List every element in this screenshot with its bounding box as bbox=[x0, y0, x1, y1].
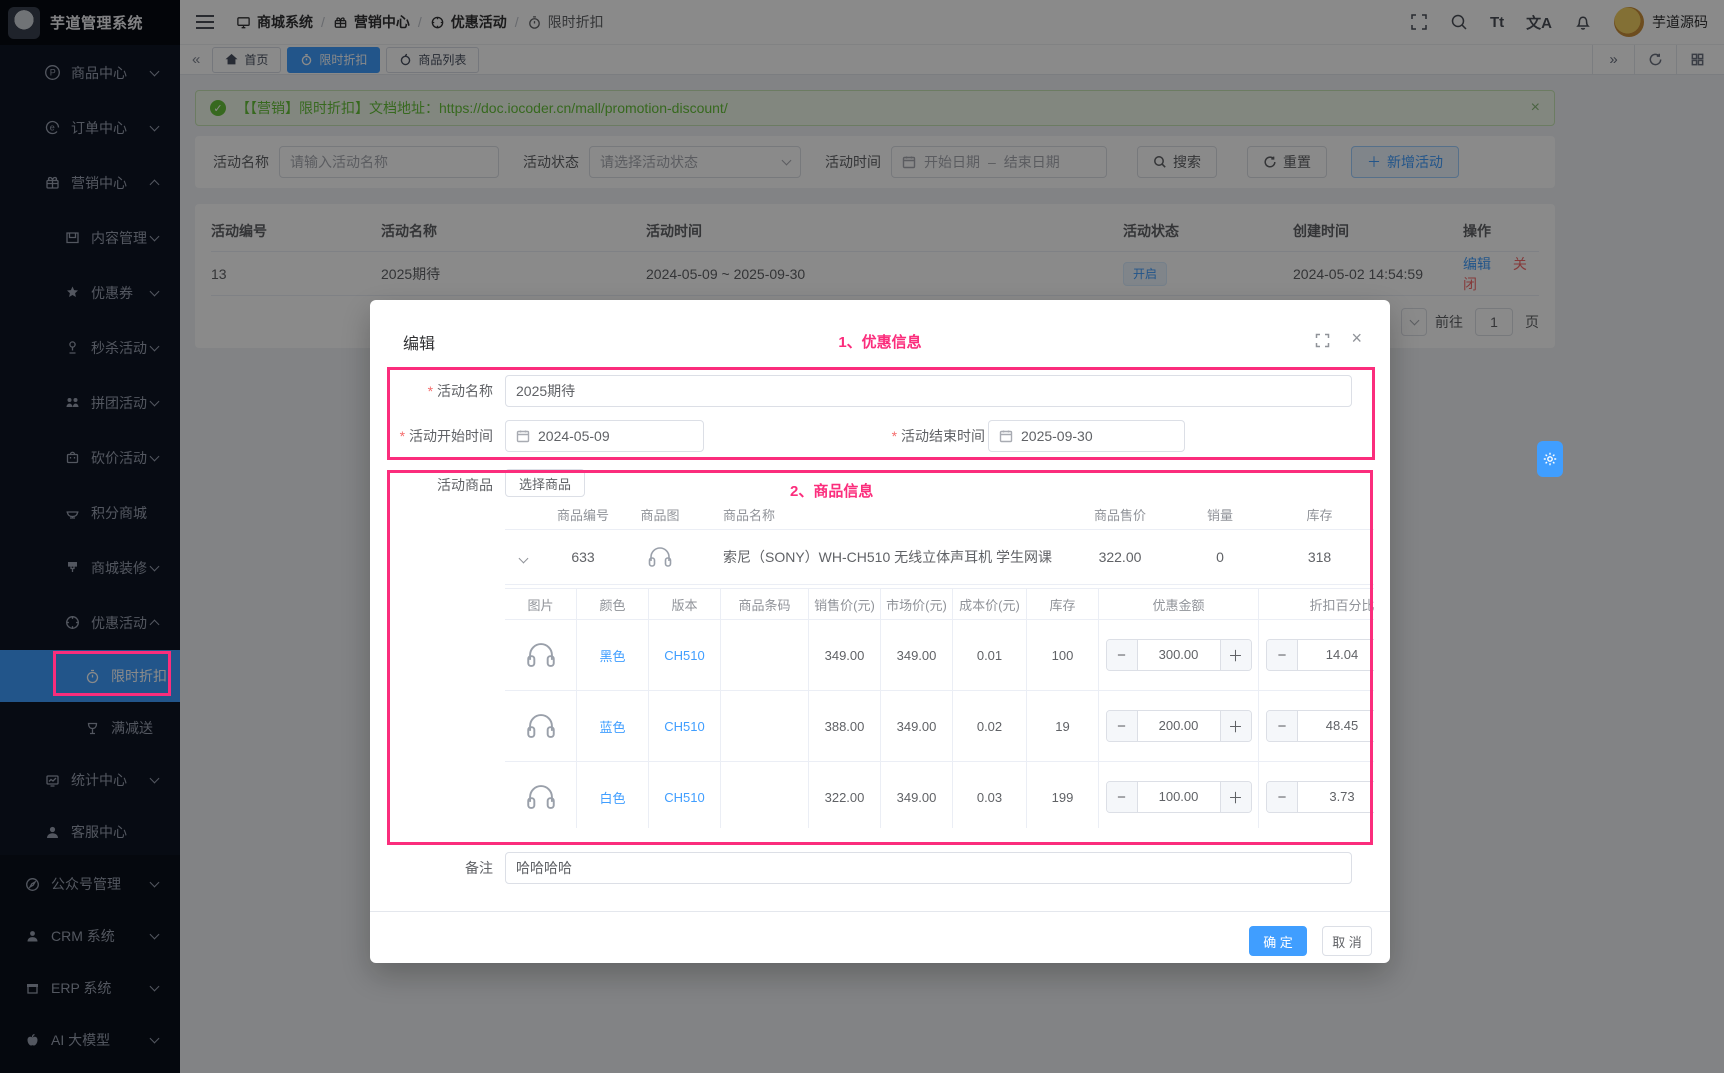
annotation-discount-info: 1、优惠信息 bbox=[370, 331, 1390, 352]
sku-table-clip: 图片 颜色 版本 商品条码 销售价(元) 市场价(元) 成本价(元) 库存 优惠… bbox=[505, 588, 1374, 828]
product-id: 633 bbox=[541, 549, 625, 565]
select-product-button[interactable]: 选择商品 bbox=[505, 469, 585, 497]
minus-icon[interactable]: − bbox=[1267, 711, 1297, 741]
sku-barcode bbox=[721, 762, 809, 828]
sku-image bbox=[524, 780, 558, 814]
product-image bbox=[646, 543, 674, 571]
plus-icon[interactable]: ＋ bbox=[1221, 711, 1251, 741]
sku-color-link[interactable]: 黑色 bbox=[577, 620, 649, 690]
remark-field-input[interactable] bbox=[516, 860, 1341, 876]
sku-color-link[interactable]: 白色 bbox=[577, 762, 649, 828]
sku-image bbox=[524, 709, 558, 743]
sku-price: 388.00 bbox=[809, 691, 881, 761]
cancel-button[interactable]: 取 消 bbox=[1322, 926, 1372, 956]
product-name: 索尼（SONY）WH-CH510 无线立体声耳机 学生网课 bbox=[695, 547, 1065, 567]
discount-amount-value[interactable]: 200.00 bbox=[1137, 711, 1221, 741]
product-table: 商品编号 商品图 商品名称 商品售价 销量 库存 633 索尼（SONY）WH-… bbox=[505, 500, 1374, 585]
dialog-fullscreen-icon[interactable] bbox=[1315, 333, 1330, 348]
activity-name-field-input[interactable] bbox=[516, 383, 1341, 399]
minus-icon[interactable]: − bbox=[1107, 711, 1137, 741]
discount-amount-stepper: −100.00＋ bbox=[1106, 781, 1252, 813]
sku-version-link[interactable]: CH510 bbox=[649, 691, 721, 761]
confirm-button[interactable]: 确 定 bbox=[1249, 926, 1307, 956]
activity-name-field[interactable] bbox=[505, 375, 1352, 407]
sku-cost-price: 0.03 bbox=[953, 762, 1027, 828]
sku-cost-price: 0.02 bbox=[953, 691, 1027, 761]
remark-label: 备注 bbox=[370, 852, 493, 884]
theme-settings-button[interactable] bbox=[1537, 441, 1563, 477]
sku-table: 图片 颜色 版本 商品条码 销售价(元) 市场价(元) 成本价(元) 库存 优惠… bbox=[505, 588, 1374, 828]
sku-price: 322.00 bbox=[809, 762, 881, 828]
discount-percent-value[interactable]: 48.45 bbox=[1297, 711, 1374, 741]
sku-row: 黑色 CH510 349.00 349.00 0.01 100 −300.00＋… bbox=[505, 620, 1374, 691]
dialog-close-icon[interactable]: × bbox=[1351, 328, 1362, 349]
minus-icon[interactable]: − bbox=[1107, 640, 1137, 670]
sku-stock: 199 bbox=[1027, 762, 1099, 828]
discount-percent-stepper: −3.73＋ bbox=[1266, 781, 1374, 813]
discount-percent-value[interactable]: 14.04 bbox=[1297, 640, 1374, 670]
product-table-header: 商品编号 商品图 商品名称 商品售价 销量 库存 bbox=[505, 500, 1374, 530]
sku-table-header: 图片 颜色 版本 商品条码 销售价(元) 市场价(元) 成本价(元) 库存 优惠… bbox=[505, 589, 1374, 620]
calendar-icon bbox=[999, 429, 1013, 443]
minus-icon[interactable]: − bbox=[1107, 782, 1137, 812]
end-time-label: 活动结束时间 bbox=[862, 420, 985, 452]
product-sales: 0 bbox=[1175, 549, 1265, 565]
plus-icon[interactable]: ＋ bbox=[1221, 640, 1251, 670]
activity-name-label: 活动名称 bbox=[370, 375, 493, 407]
discount-percent-stepper: −48.45＋ bbox=[1266, 710, 1374, 742]
sku-stock: 100 bbox=[1027, 620, 1099, 690]
product-row: 633 索尼（SONY）WH-CH510 无线立体声耳机 学生网课 322.00… bbox=[505, 530, 1374, 585]
start-time-label: 活动开始时间 bbox=[370, 420, 493, 452]
plus-icon[interactable]: ＋ bbox=[1221, 782, 1251, 812]
sku-barcode bbox=[721, 620, 809, 690]
discount-amount-value[interactable]: 100.00 bbox=[1137, 782, 1221, 812]
sku-price: 349.00 bbox=[809, 620, 881, 690]
end-time-picker[interactable]: 2025-09-30 bbox=[988, 420, 1185, 452]
sku-barcode bbox=[721, 691, 809, 761]
gear-icon bbox=[1542, 451, 1558, 467]
product-price: 322.00 bbox=[1065, 549, 1175, 565]
sku-market-price: 349.00 bbox=[881, 620, 953, 690]
sku-row: 蓝色 CH510 388.00 349.00 0.02 19 −200.00＋ … bbox=[505, 691, 1374, 762]
sku-version-link[interactable]: CH510 bbox=[649, 762, 721, 828]
dialog-footer-divider bbox=[370, 911, 1390, 912]
remark-field[interactable] bbox=[505, 852, 1352, 884]
sku-stock: 19 bbox=[1027, 691, 1099, 761]
activity-product-label: 活动商品 bbox=[370, 469, 493, 501]
sku-row: 白色 CH510 322.00 349.00 0.03 199 −100.00＋… bbox=[505, 762, 1374, 828]
expand-row-icon[interactable] bbox=[518, 554, 528, 564]
discount-amount-value[interactable]: 300.00 bbox=[1137, 640, 1221, 670]
calendar-icon bbox=[516, 429, 530, 443]
discount-percent-value[interactable]: 3.73 bbox=[1297, 782, 1374, 812]
minus-icon[interactable]: − bbox=[1267, 640, 1297, 670]
discount-percent-stepper: −14.04＋ bbox=[1266, 639, 1374, 671]
edit-dialog: 编辑 1、优惠信息 × 2、商品信息 活动名称 活动开始时间 2024-05-0… bbox=[370, 300, 1390, 963]
sku-market-price: 349.00 bbox=[881, 762, 953, 828]
sku-image bbox=[524, 638, 558, 672]
sku-cost-price: 0.01 bbox=[953, 620, 1027, 690]
annotation-product-info: 2、商品信息 bbox=[790, 480, 873, 501]
sku-market-price: 349.00 bbox=[881, 691, 953, 761]
discount-amount-stepper: −200.00＋ bbox=[1106, 710, 1252, 742]
product-stock: 318 bbox=[1265, 549, 1374, 565]
discount-amount-stepper: −300.00＋ bbox=[1106, 639, 1252, 671]
sku-version-link[interactable]: CH510 bbox=[649, 620, 721, 690]
start-time-picker[interactable]: 2024-05-09 bbox=[505, 420, 704, 452]
minus-icon[interactable]: − bbox=[1267, 782, 1297, 812]
sku-color-link[interactable]: 蓝色 bbox=[577, 691, 649, 761]
